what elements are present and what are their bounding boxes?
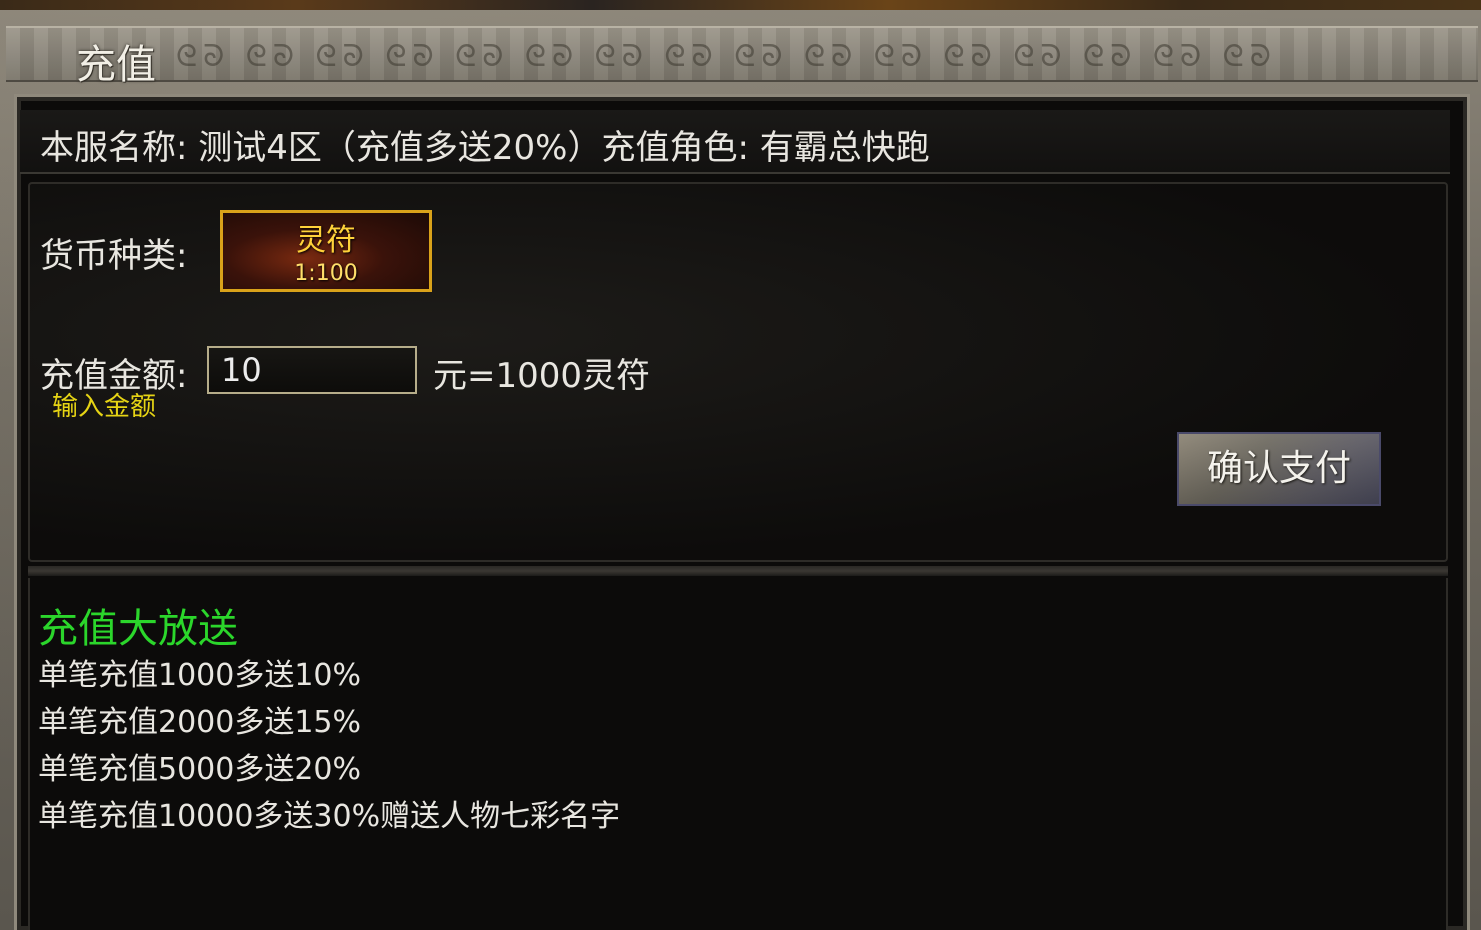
currency-option-name: 灵符 <box>296 223 356 258</box>
top-decorative-strip <box>0 0 1481 10</box>
recharge-window: 充值 ᘓᘐ ᘓᘐ ᘓᘐ ᘓᘐ ᘓᘐ ᘓᘐ ᘓᘐ ᘓᘐ ᘓᘐ ᘓᘐ ᘓᘐ ᘓᘐ ᘓ… <box>0 0 1481 930</box>
promo-item: 单笔充值2000多送15% <box>38 705 362 740</box>
conversion-text: 元=1000灵符 <box>433 356 651 396</box>
server-info-text: 本服名称: 测试4区（充值多送20%）充值角色: 有霸总快跑 <box>40 128 930 168</box>
confirm-payment-button[interactable]: 确认支付 <box>1177 432 1381 506</box>
amount-input[interactable] <box>207 346 417 394</box>
cloud-pattern-ornament: ᘓᘐ ᘓᘐ ᘓᘐ ᘓᘐ ᘓᘐ ᘓᘐ ᘓᘐ ᘓᘐ ᘓᘐ ᘓᘐ ᘓᘐ ᘓᘐ ᘓᘐ ᘓ… <box>176 38 1277 74</box>
currency-type-label: 货币种类: <box>40 236 188 276</box>
promo-item: 单笔充值1000多送10% <box>38 658 362 693</box>
currency-option-lingfu[interactable]: 灵符 1:100 <box>220 210 432 292</box>
window-title: 充值 <box>76 42 156 88</box>
promo-list: 单笔充值1000多送10% 单笔充值2000多送15% 单笔充值5000多送20… <box>38 654 620 842</box>
promo-item: 单笔充值10000多送30%赠送人物七彩名字 <box>38 799 621 834</box>
amount-hint: 输入金额 <box>52 392 157 422</box>
title-bar: 充值 ᘓᘐ ᘓᘐ ᘓᘐ ᘓᘐ ᘓᘐ ᘓᘐ ᘓᘐ ᘓᘐ ᘓᘐ ᘓᘐ ᘓᘐ ᘓᘐ ᘓ… <box>6 26 1478 88</box>
currency-option-ratio: 1:100 <box>294 261 358 286</box>
promo-title: 充值大放送 <box>38 606 238 652</box>
section-divider <box>28 566 1448 576</box>
promo-item: 单笔充值5000多送20% <box>38 752 362 787</box>
